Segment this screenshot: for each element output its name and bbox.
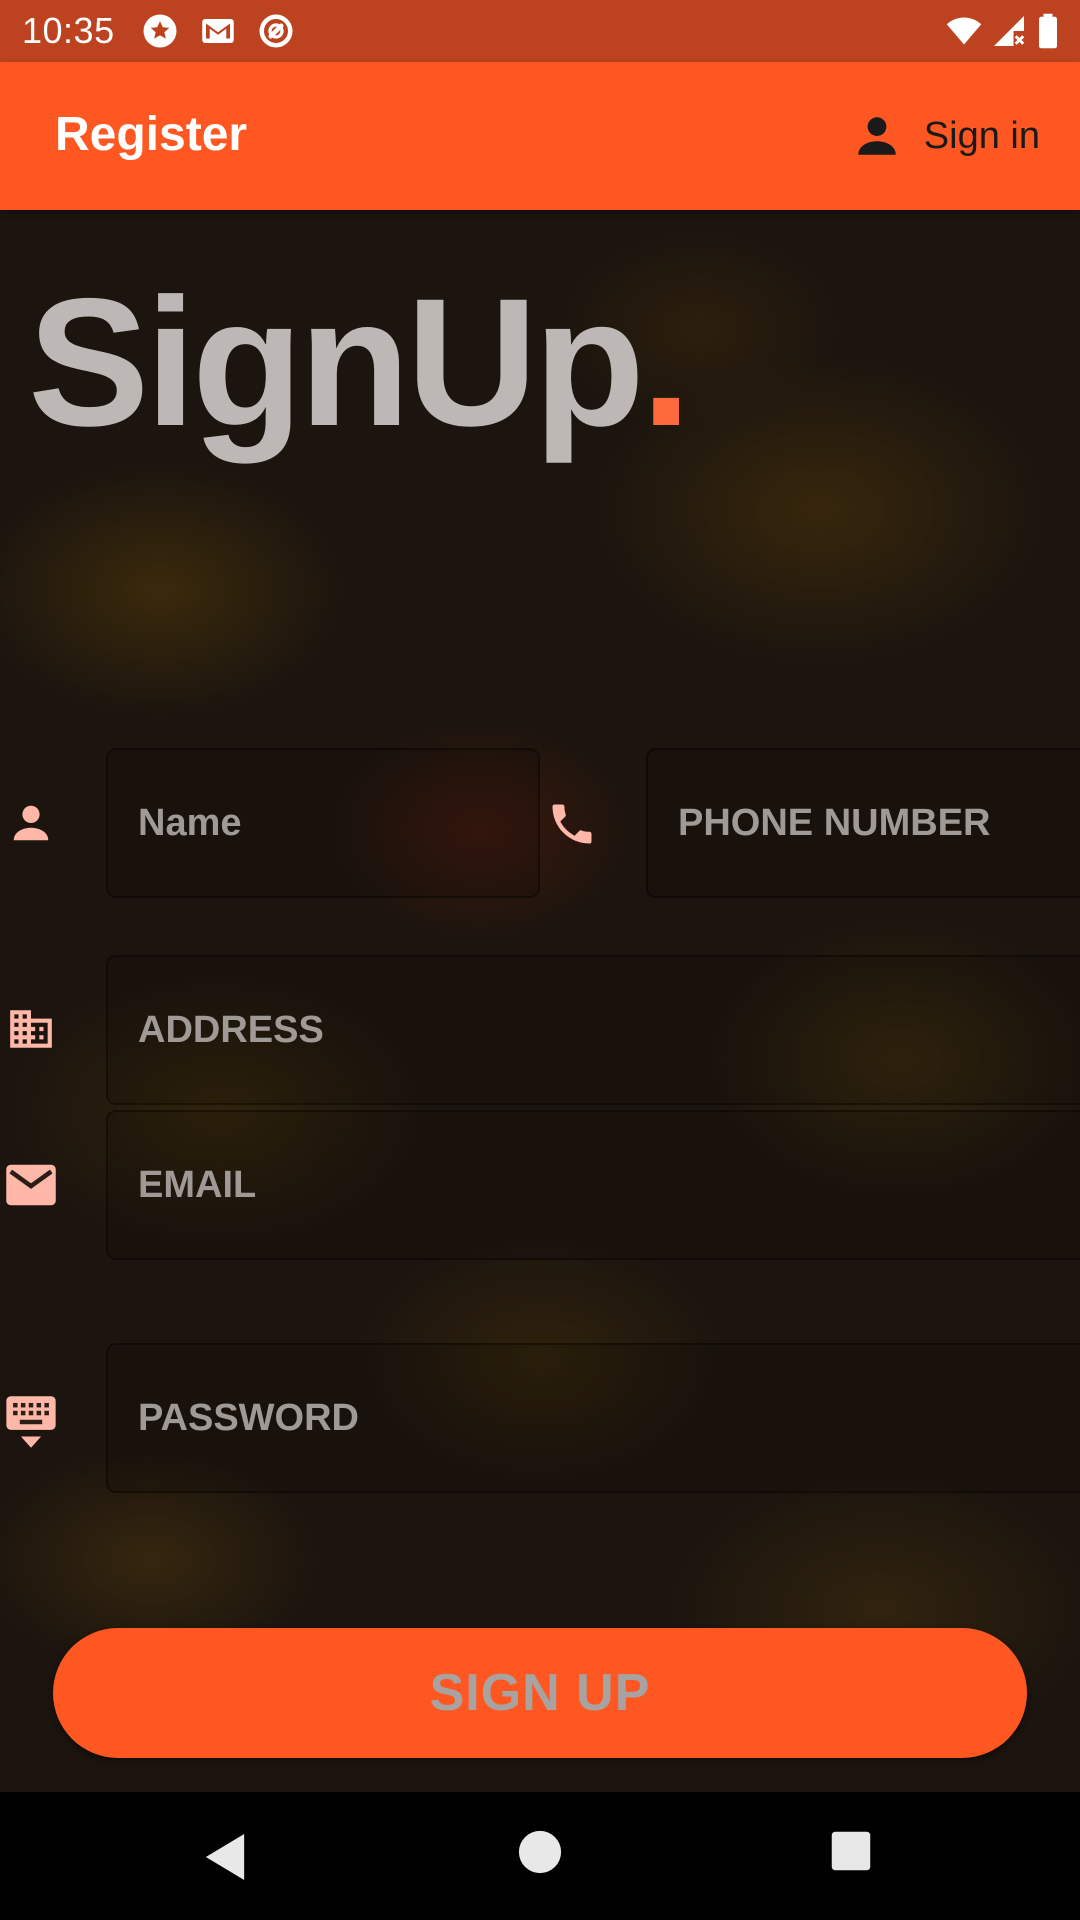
do-not-disturb-icon — [259, 14, 293, 48]
keyboard-hide-icon — [6, 1396, 56, 1448]
sign-up-button[interactable]: SIGN UP — [53, 1628, 1027, 1758]
mail-icon — [6, 1164, 56, 1206]
back-icon[interactable] — [202, 1832, 248, 1882]
email-field[interactable] — [106, 1110, 1080, 1260]
signup-screen: 10:35 Register Sign in SignUp. Name PHON… — [0, 0, 1080, 1920]
name-person-icon — [13, 805, 49, 841]
gmail-icon — [202, 19, 234, 43]
battery-full-icon — [1039, 13, 1057, 49]
name-input[interactable] — [138, 750, 518, 896]
email-input[interactable] — [138, 1112, 1074, 1258]
sign-in-button[interactable]: Sign in — [852, 106, 1040, 166]
heading-dot: . — [640, 260, 692, 464]
password-input[interactable] — [138, 1345, 1074, 1491]
status-bar: 10:35 — [0, 0, 1080, 62]
wifi-icon — [946, 17, 982, 45]
sign-in-label: Sign in — [923, 115, 1040, 157]
page-heading: SignUp. — [28, 260, 692, 464]
home-icon[interactable] — [518, 1830, 562, 1874]
person-icon — [858, 117, 896, 155]
name-field[interactable] — [106, 748, 540, 898]
address-field[interactable] — [106, 955, 1080, 1105]
recents-icon[interactable] — [830, 1830, 872, 1872]
phone-field[interactable] — [646, 748, 1080, 898]
building-icon — [10, 1010, 52, 1048]
phone-icon — [552, 804, 592, 844]
star-badge-icon — [143, 14, 177, 48]
status-time: 10:35 — [22, 10, 115, 51]
cell-signal-no-data-icon — [994, 16, 1025, 46]
app-title: Register — [55, 108, 248, 161]
password-field[interactable] — [106, 1343, 1080, 1493]
app-bar: Register Sign in — [0, 62, 1080, 210]
heading-text: SignUp — [28, 260, 645, 464]
address-input[interactable] — [138, 957, 1074, 1103]
navigation-bar — [0, 1792, 1080, 1920]
phone-input[interactable] — [678, 750, 1074, 896]
